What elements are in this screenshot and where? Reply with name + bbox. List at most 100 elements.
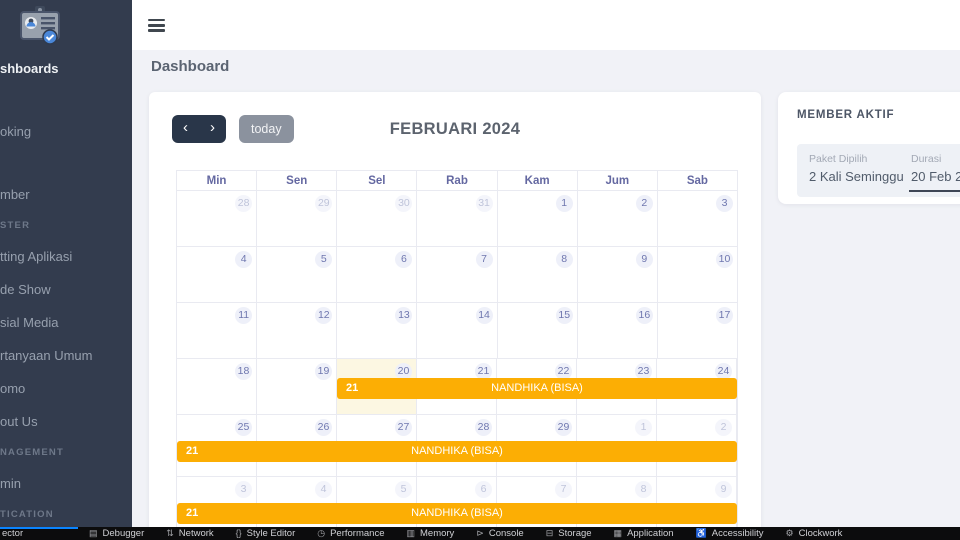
devtools-tab[interactable]: ◷ Performance	[306, 527, 395, 540]
day-cell[interactable]: 29	[257, 191, 338, 246]
sidebar-item[interactable]: out Us	[0, 411, 132, 432]
sidebar-item[interactable]: shboards	[0, 58, 132, 79]
devtools-tab-label: Console	[488, 528, 524, 539]
devtools-tab-label: Memory	[420, 528, 455, 539]
day-number: 10	[715, 251, 733, 268]
day-cell[interactable]: 28	[177, 191, 258, 246]
member-aktif-card: MEMBER AKTIF Paket Dipilih 2 Kali Seming…	[778, 92, 960, 204]
day-cell[interactable]: 10	[658, 247, 737, 302]
sidebar-item[interactable]: rtanyaan Umum	[0, 345, 132, 366]
day-number: 13	[395, 307, 413, 324]
event-time: 21	[346, 382, 359, 394]
day-number: 29	[555, 419, 572, 436]
day-cell[interactable]: 9	[578, 247, 658, 302]
day-header: Jum	[578, 171, 658, 190]
day-number: 2	[715, 419, 732, 436]
day-cell[interactable]: 12	[257, 303, 338, 358]
hamburger-icon[interactable]	[148, 19, 165, 32]
day-cell[interactable]: 18	[177, 359, 257, 414]
day-cell[interactable]: 5	[257, 247, 338, 302]
devtools-tab[interactable]: ▤ Debugger	[78, 527, 155, 540]
day-cell[interactable]: 30	[337, 191, 418, 246]
calendar-event[interactable]: NANDHIKA (BISA) 21	[177, 503, 737, 524]
calendar-month-title: FEBRUARI 2024	[389, 120, 521, 138]
sidebar-section-label: STER	[0, 220, 31, 231]
devtools-tab[interactable]: ⊳ Console	[465, 527, 534, 540]
day-cell[interactable]: 6	[337, 247, 418, 302]
devtools-tab[interactable]: ♿ Accessibility	[685, 527, 775, 540]
day-number: 7	[475, 251, 493, 268]
sidebar-section-label: TICATION	[0, 509, 54, 520]
devtools-tab[interactable]: ⊟ Storage	[535, 527, 603, 540]
day-header: Rab	[417, 171, 498, 190]
sidebar-item[interactable]: min	[0, 473, 132, 494]
day-cell[interactable]: 8	[498, 247, 578, 302]
day-number: 28	[235, 195, 253, 212]
day-cell[interactable]: 19	[257, 359, 337, 414]
day-number: 3	[715, 195, 733, 212]
day-number: 5	[395, 481, 412, 498]
paket-dipilih-field: Paket Dipilih 2 Kali Seminggu	[809, 153, 904, 184]
day-cell[interactable]: 4	[177, 247, 258, 302]
day-cell[interactable]: 3	[658, 191, 737, 246]
devtools-tab[interactable]: ⚙ Clockwork	[775, 527, 854, 540]
day-number: 29	[315, 195, 333, 212]
sidebar-item[interactable]: de Show	[0, 279, 132, 300]
day-number: 27	[395, 419, 412, 436]
calendar-event[interactable]: NANDHIKA (BISA) 21	[337, 378, 737, 399]
main-content: Dashboard ‹ › today FEBRUARI 2024 Min Sen…	[132, 50, 960, 540]
application-icon: ▦	[613, 528, 623, 538]
calendar-week-row: 28 29 30 31 1 2 3	[177, 191, 737, 247]
paket-dipilih-value: 2 Kali Seminggu	[809, 169, 904, 184]
day-cell[interactable]: 2	[578, 191, 658, 246]
devtools-tab[interactable]: ⇅ Network	[155, 527, 224, 540]
calendar-week-row: 11 12 13 14 15 16 17	[177, 303, 737, 359]
day-number: 30	[395, 195, 413, 212]
devtools-tab[interactable]: {} Style Editor	[225, 527, 307, 540]
devtools-tab-label: Application	[627, 528, 674, 539]
calendar-event[interactable]: NANDHIKA (BISA) 21	[177, 441, 737, 462]
sidebar-item[interactable]: oking	[0, 121, 132, 142]
sidebar-item[interactable]: mber	[0, 184, 132, 205]
day-number: 11	[235, 307, 253, 324]
devtools-tab[interactable]: ▥ Memory	[395, 527, 465, 540]
day-cell[interactable]: 11	[177, 303, 258, 358]
debugger-icon: ▤	[89, 528, 98, 538]
devtools-tab-label: Debugger	[102, 528, 145, 539]
day-number: 1	[555, 195, 573, 212]
day-number: 7	[555, 481, 572, 498]
sidebar-item[interactable]: omo	[0, 378, 132, 399]
devtools-tab-label: Network	[178, 528, 214, 539]
day-number: 19	[315, 363, 332, 380]
day-cell[interactable]: 7	[417, 247, 498, 302]
calendar-day-headers: Min Sen Sel Rab Kam Jum Sab	[177, 171, 737, 191]
day-cell[interactable]: 1	[498, 191, 578, 246]
storage-icon: ⊟	[545, 528, 554, 538]
clockwork-icon: ⚙	[785, 528, 794, 538]
id-card-icon[interactable]	[16, 6, 64, 55]
event-time: 21	[186, 445, 199, 457]
day-cell[interactable]: 13	[337, 303, 418, 358]
day-number: 5	[315, 251, 333, 268]
day-cell[interactable]: 31	[417, 191, 498, 246]
devtools-tab-label: ector	[2, 528, 24, 539]
event-title: NANDHIKA (BISA)	[411, 507, 503, 519]
sidebar-item[interactable]: tting Aplikasi	[0, 246, 132, 267]
day-cell[interactable]: 15	[498, 303, 578, 358]
day-number: 18	[235, 363, 252, 380]
sidebar-menu: shboards oking mber STER tting Aplikasi de Sh…	[0, 58, 132, 535]
day-header: Min	[177, 171, 258, 190]
day-cell[interactable]: 16	[578, 303, 658, 358]
day-cell[interactable]: 14	[417, 303, 498, 358]
calendar-week-row: 18 19 20 21 22 23 24 NANDHIKA (BISA) 21	[177, 359, 737, 415]
day-cell[interactable]: 17	[658, 303, 737, 358]
devtools-tab[interactable]: ▦ Application	[603, 527, 685, 540]
devtools-tab-label: Storage	[558, 528, 592, 539]
devtools-tab[interactable]: ector	[0, 527, 78, 540]
sidebar: shboards oking mber STER tting Aplikasi de Sh…	[0, 0, 132, 527]
member-aktif-box: Paket Dipilih 2 Kali Seminggu Durasi 20 …	[797, 144, 960, 197]
sidebar-item[interactable]: sial Media	[0, 312, 132, 333]
performance-icon: ◷	[317, 528, 326, 538]
durasi-field: Durasi 20 Feb 20	[911, 153, 960, 184]
day-number: 9	[715, 481, 732, 498]
